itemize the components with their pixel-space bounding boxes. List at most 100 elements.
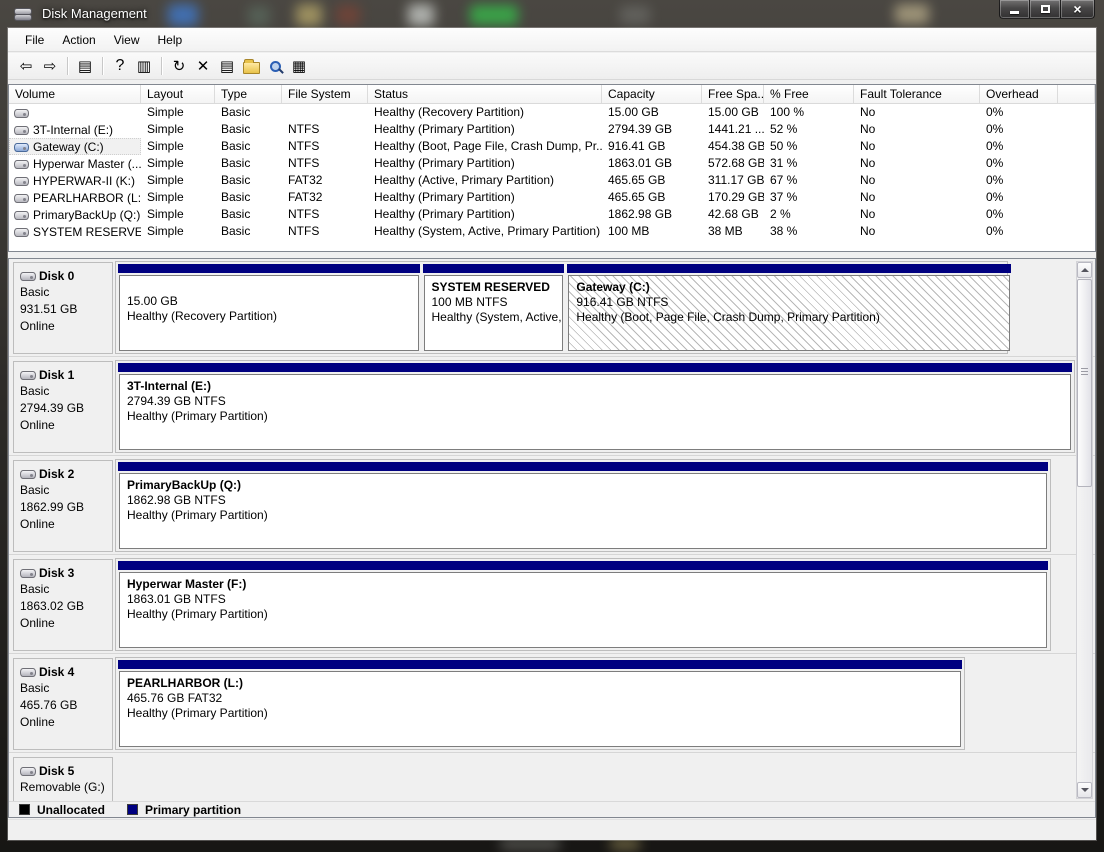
- column-header-volume[interactable]: Volume: [9, 85, 141, 103]
- type-cell: Basic: [215, 121, 282, 138]
- column-header-overhead[interactable]: Overhead: [980, 85, 1058, 103]
- volume-row[interactable]: SYSTEM RESERVEDSimpleBasicNTFSHealthy (S…: [9, 223, 1095, 240]
- volume-row[interactable]: PEARLHARBOR (L:)SimpleBasicFAT32Healthy …: [9, 189, 1095, 206]
- column-header-layout[interactable]: Layout: [141, 85, 215, 103]
- column-header-file-system[interactable]: File System: [282, 85, 368, 103]
- free-cell: 311.17 GB: [702, 172, 764, 189]
- menu-item-action[interactable]: Action: [53, 29, 104, 51]
- fault-cell: No: [854, 206, 980, 223]
- partition-strip: 15.00 GBHealthy (Recovery Partition)SYST…: [115, 261, 1008, 354]
- disk-graphical-pane: Disk 0Basic931.51 GBOnline15.00 GBHealth…: [8, 258, 1096, 818]
- help-button[interactable]: ?: [108, 55, 132, 77]
- partition[interactable]: Hyperwar Master (F:)1863.01 GB NTFSHealt…: [118, 561, 1048, 648]
- disk-label[interactable]: Disk 0Basic931.51 GBOnline: [13, 262, 113, 354]
- open-folder-button[interactable]: [239, 55, 263, 77]
- free-cell: 38 MB: [702, 223, 764, 240]
- legend-swatch-icon: [19, 804, 30, 815]
- partition[interactable]: 3T-Internal (E:)2794.39 GB NTFSHealthy (…: [118, 363, 1072, 450]
- disk-label[interactable]: Disk 2Basic1862.99 GBOnline: [13, 460, 113, 552]
- volume-list-pane: VolumeLayoutTypeFile SystemStatusCapacit…: [8, 84, 1096, 252]
- disk-icon: [20, 767, 36, 776]
- window-frame: Disk Management × FileActionViewHelp ⇦⇨ ▤…: [0, 0, 1104, 852]
- view-button[interactable]: [263, 55, 287, 77]
- type-cell: Basic: [215, 172, 282, 189]
- minimize-button[interactable]: [999, 0, 1030, 19]
- close-button[interactable]: ×: [1061, 0, 1095, 19]
- partition-color-band: [567, 264, 1010, 273]
- caption-buttons: ×: [999, 0, 1095, 19]
- overhead-cell: 0%: [980, 189, 1058, 206]
- volume-row[interactable]: 3T-Internal (E:)SimpleBasicNTFSHealthy (…: [9, 121, 1095, 138]
- disk-label[interactable]: Disk 5Removable (G:): [13, 757, 113, 801]
- partition-color-band: [118, 660, 962, 669]
- partition[interactable]: PEARLHARBOR (L:)465.76 GB FAT32Healthy (…: [118, 660, 962, 747]
- partition-status: Healthy (Primary Partition): [127, 706, 953, 721]
- status-cell: Healthy (Active, Primary Partition): [368, 172, 602, 189]
- overhead-cell: 0%: [980, 121, 1058, 138]
- partition[interactable]: 15.00 GBHealthy (Recovery Partition): [118, 264, 420, 351]
- filler-cell: [1058, 172, 1095, 189]
- show-action-pane-button[interactable]: ▥: [132, 55, 156, 77]
- volume-cell: Gateway (C:): [9, 138, 141, 155]
- disk-icon: [20, 272, 36, 281]
- partition[interactable]: SYSTEM RESERVED100 MB NTFSHealthy (Syste…: [423, 264, 565, 351]
- legend-swatch-icon: [127, 804, 138, 815]
- column-header-free[interactable]: % Free: [764, 85, 854, 103]
- fault-cell: No: [854, 155, 980, 172]
- disk-label[interactable]: Disk 3Basic1863.02 GBOnline: [13, 559, 113, 651]
- capacity-cell: 100 MB: [602, 223, 702, 240]
- menu-item-view[interactable]: View: [105, 29, 149, 51]
- partition[interactable]: PrimaryBackUp (Q:)1862.98 GB NTFSHealthy…: [118, 462, 1048, 549]
- minimize-icon: [1010, 11, 1019, 14]
- menu-item-file[interactable]: File: [16, 29, 53, 51]
- scrollbar-thumb[interactable]: [1077, 279, 1092, 487]
- overhead-cell: 0%: [980, 138, 1058, 155]
- close-icon: ×: [1073, 2, 1081, 16]
- delete-button[interactable]: ✕: [191, 55, 215, 77]
- maximize-button[interactable]: [1030, 0, 1061, 19]
- back-button[interactable]: ⇦: [14, 55, 38, 77]
- partition-body: Gateway (C:)916.41 GB NTFSHealthy (Boot,…: [568, 275, 1009, 351]
- fault-cell: No: [854, 172, 980, 189]
- layout-cell: Simple: [141, 189, 215, 206]
- refresh-button[interactable]: ↻: [167, 55, 191, 77]
- disk-name: Disk 4: [20, 665, 108, 679]
- overhead-cell: 0%: [980, 155, 1058, 172]
- volume-row[interactable]: SimpleBasicHealthy (Recovery Partition)1…: [9, 104, 1095, 121]
- column-header-status[interactable]: Status: [368, 85, 602, 103]
- volume-row[interactable]: HYPERWAR-II (K:)SimpleBasicFAT32Healthy …: [9, 172, 1095, 189]
- forward-button[interactable]: ⇨: [38, 55, 62, 77]
- scroll-down-button[interactable]: [1077, 782, 1092, 798]
- disk-graphic-area: PrimaryBackUp (Q:)1862.98 GB NTFSHealthy…: [115, 457, 1075, 552]
- show-console-tree-button[interactable]: ▤: [73, 55, 97, 77]
- fs-cell: NTFS: [282, 206, 368, 223]
- status-cell: Healthy (Primary Partition): [368, 189, 602, 206]
- disk-label[interactable]: Disk 1Basic2794.39 GBOnline: [13, 361, 113, 453]
- vertical-scrollbar[interactable]: [1076, 261, 1093, 799]
- title-bar[interactable]: Disk Management ×: [0, 0, 1104, 28]
- disk-label[interactable]: Disk 4Basic465.76 GBOnline: [13, 658, 113, 750]
- volume-cell: PEARLHARBOR (L:): [9, 189, 141, 206]
- free-cell: 1441.21 ...: [702, 121, 764, 138]
- column-header-type[interactable]: Type: [215, 85, 282, 103]
- drive-icon: [14, 194, 29, 203]
- wizard-button[interactable]: ▦: [287, 55, 311, 77]
- partition-selected[interactable]: Gateway (C:)916.41 GB NTFSHealthy (Boot,…: [567, 264, 1010, 351]
- disk-sub-label: 465.76 GB: [20, 698, 108, 713]
- volume-row[interactable]: Gateway (C:)SimpleBasicNTFSHealthy (Boot…: [9, 138, 1095, 155]
- properties-button[interactable]: ▤: [215, 55, 239, 77]
- type-cell: Basic: [215, 104, 282, 121]
- capacity-cell: 1862.98 GB: [602, 206, 702, 223]
- partition-status: Healthy (Primary Partition): [127, 607, 1039, 622]
- menu-item-help[interactable]: Help: [149, 29, 192, 51]
- volume-row[interactable]: Hyperwar Master (...SimpleBasicNTFSHealt…: [9, 155, 1095, 172]
- fault-cell: No: [854, 121, 980, 138]
- type-cell: Basic: [215, 138, 282, 155]
- wizard-icon: ▦: [292, 59, 306, 74]
- column-header-capacity[interactable]: Capacity: [602, 85, 702, 103]
- scroll-up-button[interactable]: [1077, 262, 1092, 278]
- volume-row[interactable]: PrimaryBackUp (Q:)SimpleBasicNTFSHealthy…: [9, 206, 1095, 223]
- filler-cell: [1058, 223, 1095, 240]
- column-header-fault-tolerance[interactable]: Fault Tolerance: [854, 85, 980, 103]
- column-header-free-spa[interactable]: Free Spa...: [702, 85, 764, 103]
